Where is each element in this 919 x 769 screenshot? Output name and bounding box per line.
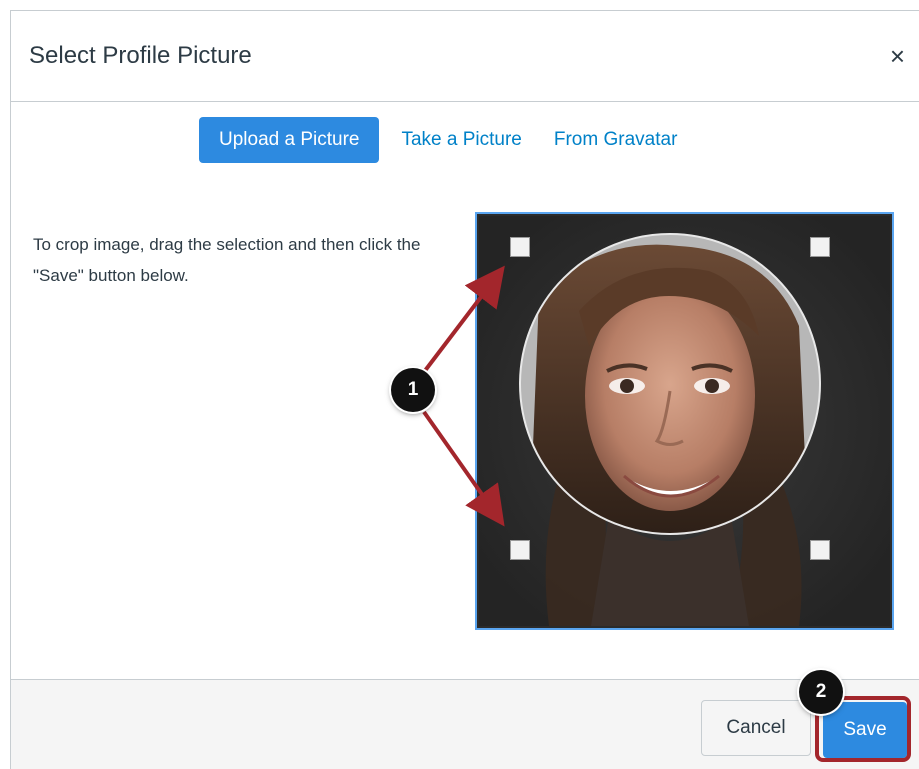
save-button[interactable]: Save bbox=[823, 702, 907, 758]
tab-take-a-picture[interactable]: Take a Picture bbox=[385, 117, 537, 163]
dialog-title: Select Profile Picture bbox=[29, 42, 252, 69]
crop-handle-top-left[interactable] bbox=[510, 237, 530, 257]
dialog-header: Select Profile Picture × bbox=[11, 11, 919, 102]
cancel-button[interactable]: Cancel bbox=[701, 700, 811, 756]
tab-upload-a-picture[interactable]: Upload a Picture bbox=[199, 117, 380, 163]
tab-from-gravatar[interactable]: From Gravatar bbox=[538, 117, 694, 163]
dialog-footer: Cancel Save bbox=[11, 679, 919, 769]
callout-marker-2: 2 bbox=[799, 670, 843, 714]
crop-image-area[interactable] bbox=[479, 216, 890, 626]
crop-instructions: To crop image, drag the selection and th… bbox=[33, 235, 421, 285]
profile-photo-image bbox=[479, 216, 890, 626]
picture-source-tabs: Upload a Picture Take a Picture From Gra… bbox=[199, 117, 693, 163]
close-icon[interactable]: × bbox=[890, 41, 905, 72]
callout-marker-1: 1 bbox=[391, 368, 435, 412]
crop-handle-top-right[interactable] bbox=[810, 237, 830, 257]
crop-handle-bottom-right[interactable] bbox=[810, 540, 830, 560]
select-profile-picture-dialog: Select Profile Picture × Upload a Pictur… bbox=[10, 10, 919, 769]
crop-preview-frame bbox=[475, 212, 894, 630]
crop-handle-bottom-left[interactable] bbox=[510, 540, 530, 560]
